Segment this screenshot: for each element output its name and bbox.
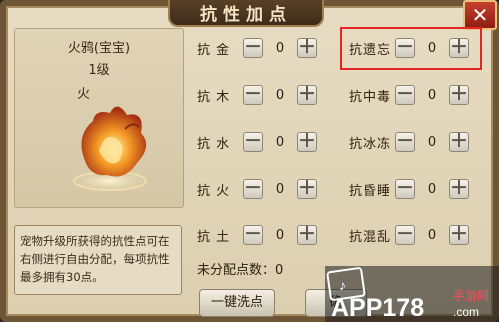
minus-button[interactable]: －	[395, 132, 415, 152]
minus-button[interactable]: －	[243, 85, 263, 105]
watermark-domain: .com	[453, 305, 479, 319]
stat-row-chaos: 抗混乱 － 0 ＋	[349, 223, 469, 247]
stat-label: 抗昏睡	[349, 183, 392, 199]
plus-button[interactable]: ＋	[449, 38, 469, 58]
description-text: 宠物升级所获得的抗性点可在右侧进行自由分配，每项抗性最多拥有30点。	[14, 225, 182, 295]
stat-label: 抗冰冻	[349, 136, 392, 152]
stat-label: 抗遗忘	[349, 42, 392, 58]
plus-button[interactable]: ＋	[449, 132, 469, 152]
plus-button[interactable]: ＋	[449, 179, 469, 199]
plus-button[interactable]: ＋	[297, 225, 317, 245]
stat-label: 抗 水	[197, 136, 231, 152]
stat-value: 0	[275, 181, 285, 197]
stat-label: 抗混乱	[349, 229, 392, 245]
dialog-title-plate: 抗性加点	[168, 0, 324, 27]
plus-button[interactable]: ＋	[297, 132, 317, 152]
fire-crow-pet-image	[68, 106, 152, 193]
minus-button[interactable]: －	[395, 85, 415, 105]
stat-row-sleep: 抗昏睡 － 0 ＋	[349, 177, 469, 201]
app178-watermark: ♪ APP178 手游网 .com	[325, 266, 499, 322]
stat-row-metal: 抗 金 － 0 ＋	[197, 36, 317, 60]
stat-value: 0	[427, 227, 437, 243]
close-button[interactable]: ✕	[463, 0, 497, 30]
stat-label: 抗 土	[197, 229, 231, 245]
stat-row-forget: 抗遗忘 － 0 ＋	[349, 36, 469, 60]
plus-button[interactable]: ＋	[297, 179, 317, 199]
stat-row-poison: 抗中毒 － 0 ＋	[349, 83, 469, 107]
minus-button[interactable]: －	[243, 132, 263, 152]
stat-row-water: 抗 水 － 0 ＋	[197, 130, 317, 154]
minus-button[interactable]: －	[395, 179, 415, 199]
stat-value: 0	[275, 227, 285, 243]
minus-button[interactable]: －	[243, 179, 263, 199]
stat-row-freeze: 抗冰冻 － 0 ＋	[349, 130, 469, 154]
stat-value: 0	[275, 134, 285, 150]
reset-points-button[interactable]: 一键洗点	[199, 289, 275, 317]
stat-row-wood: 抗 木 － 0 ＋	[197, 83, 317, 107]
stat-value: 0	[427, 134, 437, 150]
stat-value: 0	[275, 87, 285, 103]
close-icon: ✕	[471, 3, 489, 27]
stat-label: 抗 金	[197, 42, 231, 58]
pet-name: 火鸦(宝宝)	[67, 41, 131, 56]
svg-text:♪: ♪	[339, 277, 346, 293]
watermark-main: APP178	[331, 294, 424, 322]
plus-button[interactable]: ＋	[449, 225, 469, 245]
pet-level: 1级	[88, 63, 110, 78]
stat-value: 0	[427, 181, 437, 197]
stat-label: 抗 火	[197, 183, 231, 199]
stat-label: 抗 木	[197, 89, 231, 105]
minus-button[interactable]: －	[395, 38, 415, 58]
stat-row-fire: 抗 火 － 0 ＋	[197, 177, 317, 201]
pet-panel: 火鸦(宝宝) 1级 火	[14, 28, 184, 208]
plus-button[interactable]: ＋	[297, 85, 317, 105]
stat-value: 0	[275, 40, 285, 56]
stat-value: 0	[427, 40, 437, 56]
watermark-sub: 手游网	[453, 289, 489, 303]
stat-value: 0	[427, 87, 437, 103]
unallocated-points: 未分配点数：0	[197, 263, 284, 278]
minus-button[interactable]: －	[395, 225, 415, 245]
stat-row-earth: 抗 土 － 0 ＋	[197, 223, 317, 247]
dialog-title: 抗性加点	[200, 4, 292, 25]
plus-button[interactable]: ＋	[297, 38, 317, 58]
minus-button[interactable]: －	[243, 225, 263, 245]
minus-button[interactable]: －	[243, 38, 263, 58]
stat-label: 抗中毒	[349, 89, 392, 105]
plus-button[interactable]: ＋	[449, 85, 469, 105]
